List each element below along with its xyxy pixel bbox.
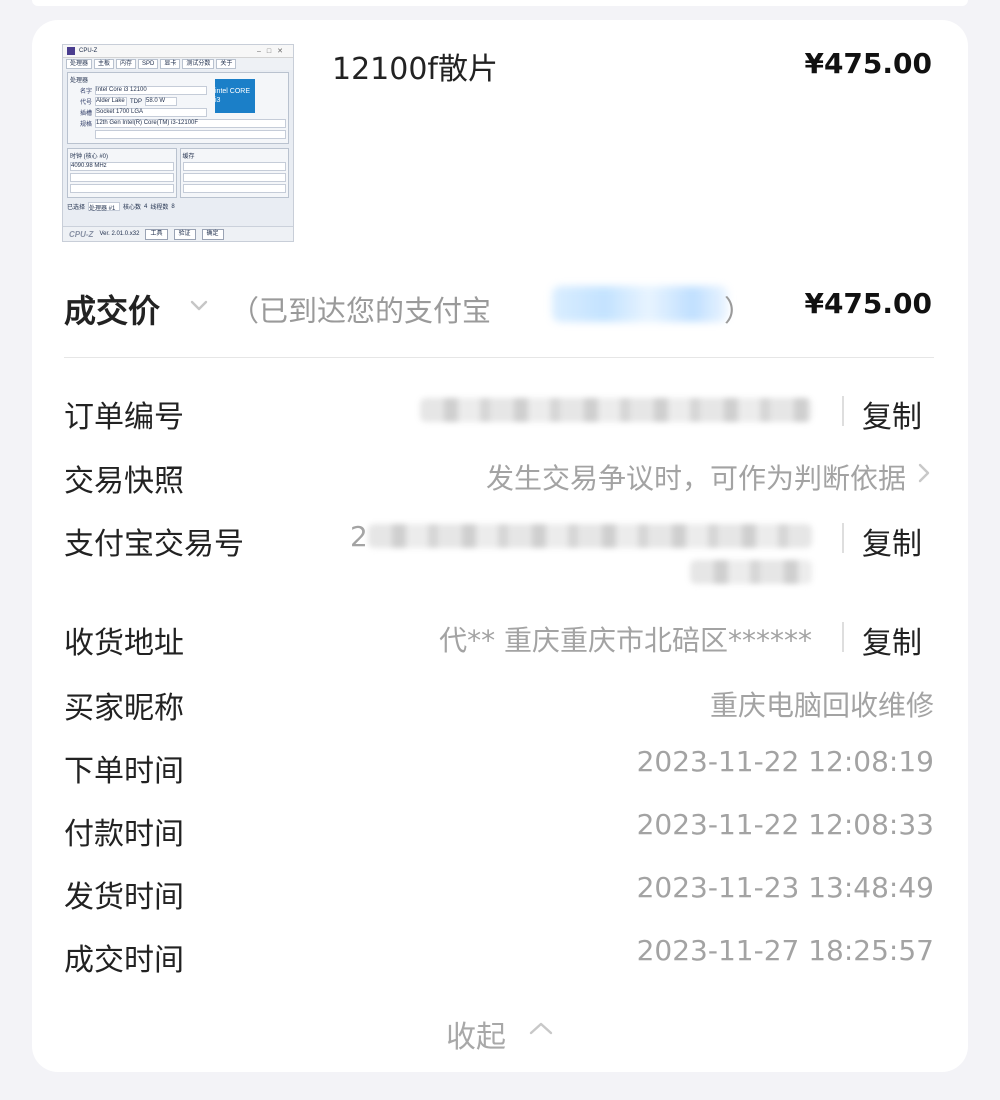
blurred-alipay-trade-number-line2 [690, 560, 812, 584]
shipping-address-label: 收货地址 [64, 626, 184, 661]
shipping-address-value: 代** 重庆重庆市北碚区****** [439, 624, 812, 657]
thumb-processor-group: 处理器 名字 Intel Core i3 12100 代号 Alder Lake TD… [67, 72, 289, 144]
previous-card-edge [32, 0, 968, 6]
window-controls-icon: –□✕ [257, 48, 289, 55]
thumb-footer: CPU-Z Ver. 2.01.0.x32 工具 验证 确定 [63, 226, 293, 241]
product-title[interactable]: 12100f散片 [332, 44, 498, 88]
thumb-tab: 显卡 [160, 59, 181, 69]
ship-time-value: 2023-11-23 13:48:49 [636, 871, 934, 904]
copy-order-number-button[interactable]: 复制 [862, 392, 922, 436]
thumb-titlebar: CPU-Z –□✕ [63, 45, 293, 58]
thumb-tab: 处理器 [66, 59, 93, 69]
thumb-label: 已选择 [67, 205, 86, 211]
thumb-cores: 4 [144, 203, 148, 210]
thumb-tab: 测试分数 [182, 59, 215, 69]
thumb-tools-button: 工具 [145, 228, 168, 240]
product-thumbnail[interactable]: CPU-Z –□✕ 处理器 主板 内存 SPD 显卡 测试分数 关于 处理器 名… [62, 44, 294, 242]
thumb-tabs: 处理器 主板 内存 SPD 显卡 测试分数 关于 [63, 58, 293, 70]
chevron-up-icon[interactable] [526, 1018, 556, 1038]
thumb-validate-button: 验证 [173, 228, 196, 240]
order-time-label: 下单时间 [64, 754, 184, 789]
intel-badge-text: intel CORE i3 [215, 88, 251, 104]
ship-time-label: 发货时间 [64, 880, 184, 915]
thumb-group-label: 时钟 (核心 #0) [70, 154, 109, 160]
thumb-window-title: CPU-Z [79, 48, 98, 54]
copy-alipay-number-button[interactable]: 复制 [862, 519, 922, 563]
thumb-selected: 处理器 #1 [88, 202, 121, 212]
cpuz-brand: CPU-Z [69, 229, 94, 239]
thumb-tab: 主板 [94, 59, 115, 69]
deal-price-label[interactable]: 成交价 [64, 286, 160, 332]
deal-destination-note: （已到达您的支付宝 [230, 294, 492, 328]
thumb-group-label: 缓存 [182, 154, 195, 160]
thumb-ok-button: 确定 [201, 228, 224, 240]
thumb-label: 线程数 [150, 205, 169, 211]
buyer-nickname-value: 重庆电脑回收维修 [709, 689, 934, 722]
thumb-label: 代号 [79, 100, 92, 106]
thumb-clock-group: 时钟 (核心 #0) 4090.98 MHz [67, 148, 177, 198]
thumb-label: TDP [130, 98, 142, 105]
order-time-value: 2023-11-22 12:08:19 [636, 745, 934, 778]
deal-price-value: ¥475.00 [804, 287, 932, 320]
payment-time-label: 付款时间 [64, 817, 184, 852]
copy-address-button[interactable]: 复制 [862, 618, 922, 662]
thumb-label: 插槽 [79, 111, 92, 117]
product-price: ¥475.00 [804, 47, 932, 80]
payment-time-value: 2023-11-22 12:08:33 [636, 808, 934, 841]
deal-time-label: 成交时间 [64, 943, 184, 978]
collapse-button[interactable]: 收起 [446, 1012, 506, 1056]
alipay-trade-number-prefix: 2 [350, 520, 368, 553]
thumb-tab: 关于 [216, 59, 237, 69]
thumb-label: 核心数 [123, 205, 142, 211]
thumb-socket: Socket 1700 LGA [95, 108, 207, 117]
copy-separator [842, 523, 844, 553]
cpuz-logo-icon [67, 47, 75, 55]
divider [64, 357, 934, 358]
order-number-label: 订单编号 [64, 400, 184, 435]
thumb-spec: 12th Gen Intel(R) Core(TM) i3-12100F [95, 119, 286, 128]
deal-note-close-paren: ） [724, 294, 754, 328]
chevron-down-icon[interactable] [188, 294, 210, 316]
blurred-alipay-account [552, 286, 728, 322]
thumb-cpu-name: Intel Core i3 12100 [95, 86, 207, 95]
chevron-right-icon[interactable] [914, 460, 934, 486]
thumb-tab: SPD [138, 59, 159, 69]
thumb-label: 规格 [79, 122, 92, 128]
thumb-version: Ver. 2.01.0.x32 [99, 231, 140, 237]
copy-separator [842, 396, 844, 426]
thumb-tdp: 58.0 W [145, 97, 177, 106]
thumb-label: 名字 [79, 89, 92, 95]
thumb-codename: Alder Lake [95, 97, 127, 106]
blurred-order-number [420, 398, 812, 422]
thumb-core-speed: 4090.98 MHz [70, 162, 174, 171]
trade-snapshot-label[interactable]: 交易快照 [64, 456, 184, 500]
deal-time-value: 2023-11-27 18:25:57 [636, 934, 934, 967]
trade-snapshot-hint[interactable]: 发生交易争议时，可作为判断依据 [486, 457, 906, 497]
intel-core-i3-badge-icon: intel CORE i3 [215, 79, 255, 113]
buyer-nickname-label: 买家昵称 [64, 691, 184, 726]
copy-separator [842, 622, 844, 652]
blurred-alipay-trade-number [368, 524, 812, 548]
thumb-threads: 8 [171, 203, 175, 210]
alipay-trade-number-label: 支付宝交易号 [64, 527, 244, 562]
thumb-cache-group: 缓存 [179, 148, 289, 198]
thumb-tab: 内存 [116, 59, 137, 69]
